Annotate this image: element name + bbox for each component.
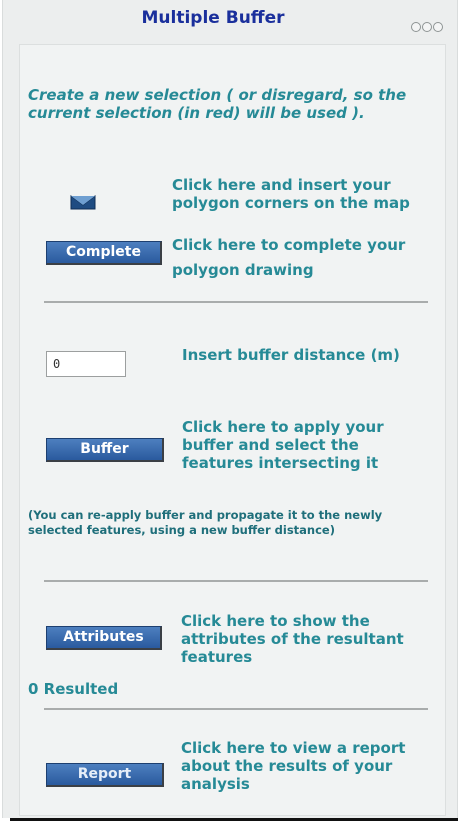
intro-text: Create a new selection ( or disregard, s… [28, 86, 407, 122]
divider [44, 708, 428, 710]
maximize-icon[interactable] [422, 22, 432, 32]
attributes-button[interactable]: Attributes [46, 626, 162, 650]
buffer-hint: Click here to apply your buffer and sele… [182, 418, 384, 472]
window-title: Multiple Buffer [141, 8, 285, 28]
buffer-note: (You can re-apply buffer and propagate i… [28, 508, 383, 537]
bottom-border [10, 818, 458, 821]
window-titlebar: Multiple Buffer [3, 0, 457, 44]
window-controls [411, 22, 443, 32]
complete-button[interactable]: Complete [46, 241, 162, 265]
close-icon[interactable] [433, 22, 443, 32]
report-hint: Click here to view a report about the re… [181, 739, 406, 793]
polygon-draw-icon[interactable] [70, 194, 96, 210]
complete-hint: Click here to complete your polygon draw… [172, 236, 406, 279]
attributes-hint: Click here to show the attributes of the… [181, 612, 404, 666]
buffer-button[interactable]: Buffer [46, 438, 164, 462]
divider [44, 301, 428, 303]
divider [44, 580, 428, 582]
minimize-icon[interactable] [411, 22, 421, 32]
result-count: 0 Resulted [28, 680, 119, 698]
report-button[interactable]: Report [46, 763, 164, 787]
polygon-insert-hint: Click here and insert your polygon corne… [172, 176, 410, 212]
buffer-distance-label: Insert buffer distance (m) [182, 346, 400, 364]
buffer-distance-input[interactable] [46, 351, 126, 377]
